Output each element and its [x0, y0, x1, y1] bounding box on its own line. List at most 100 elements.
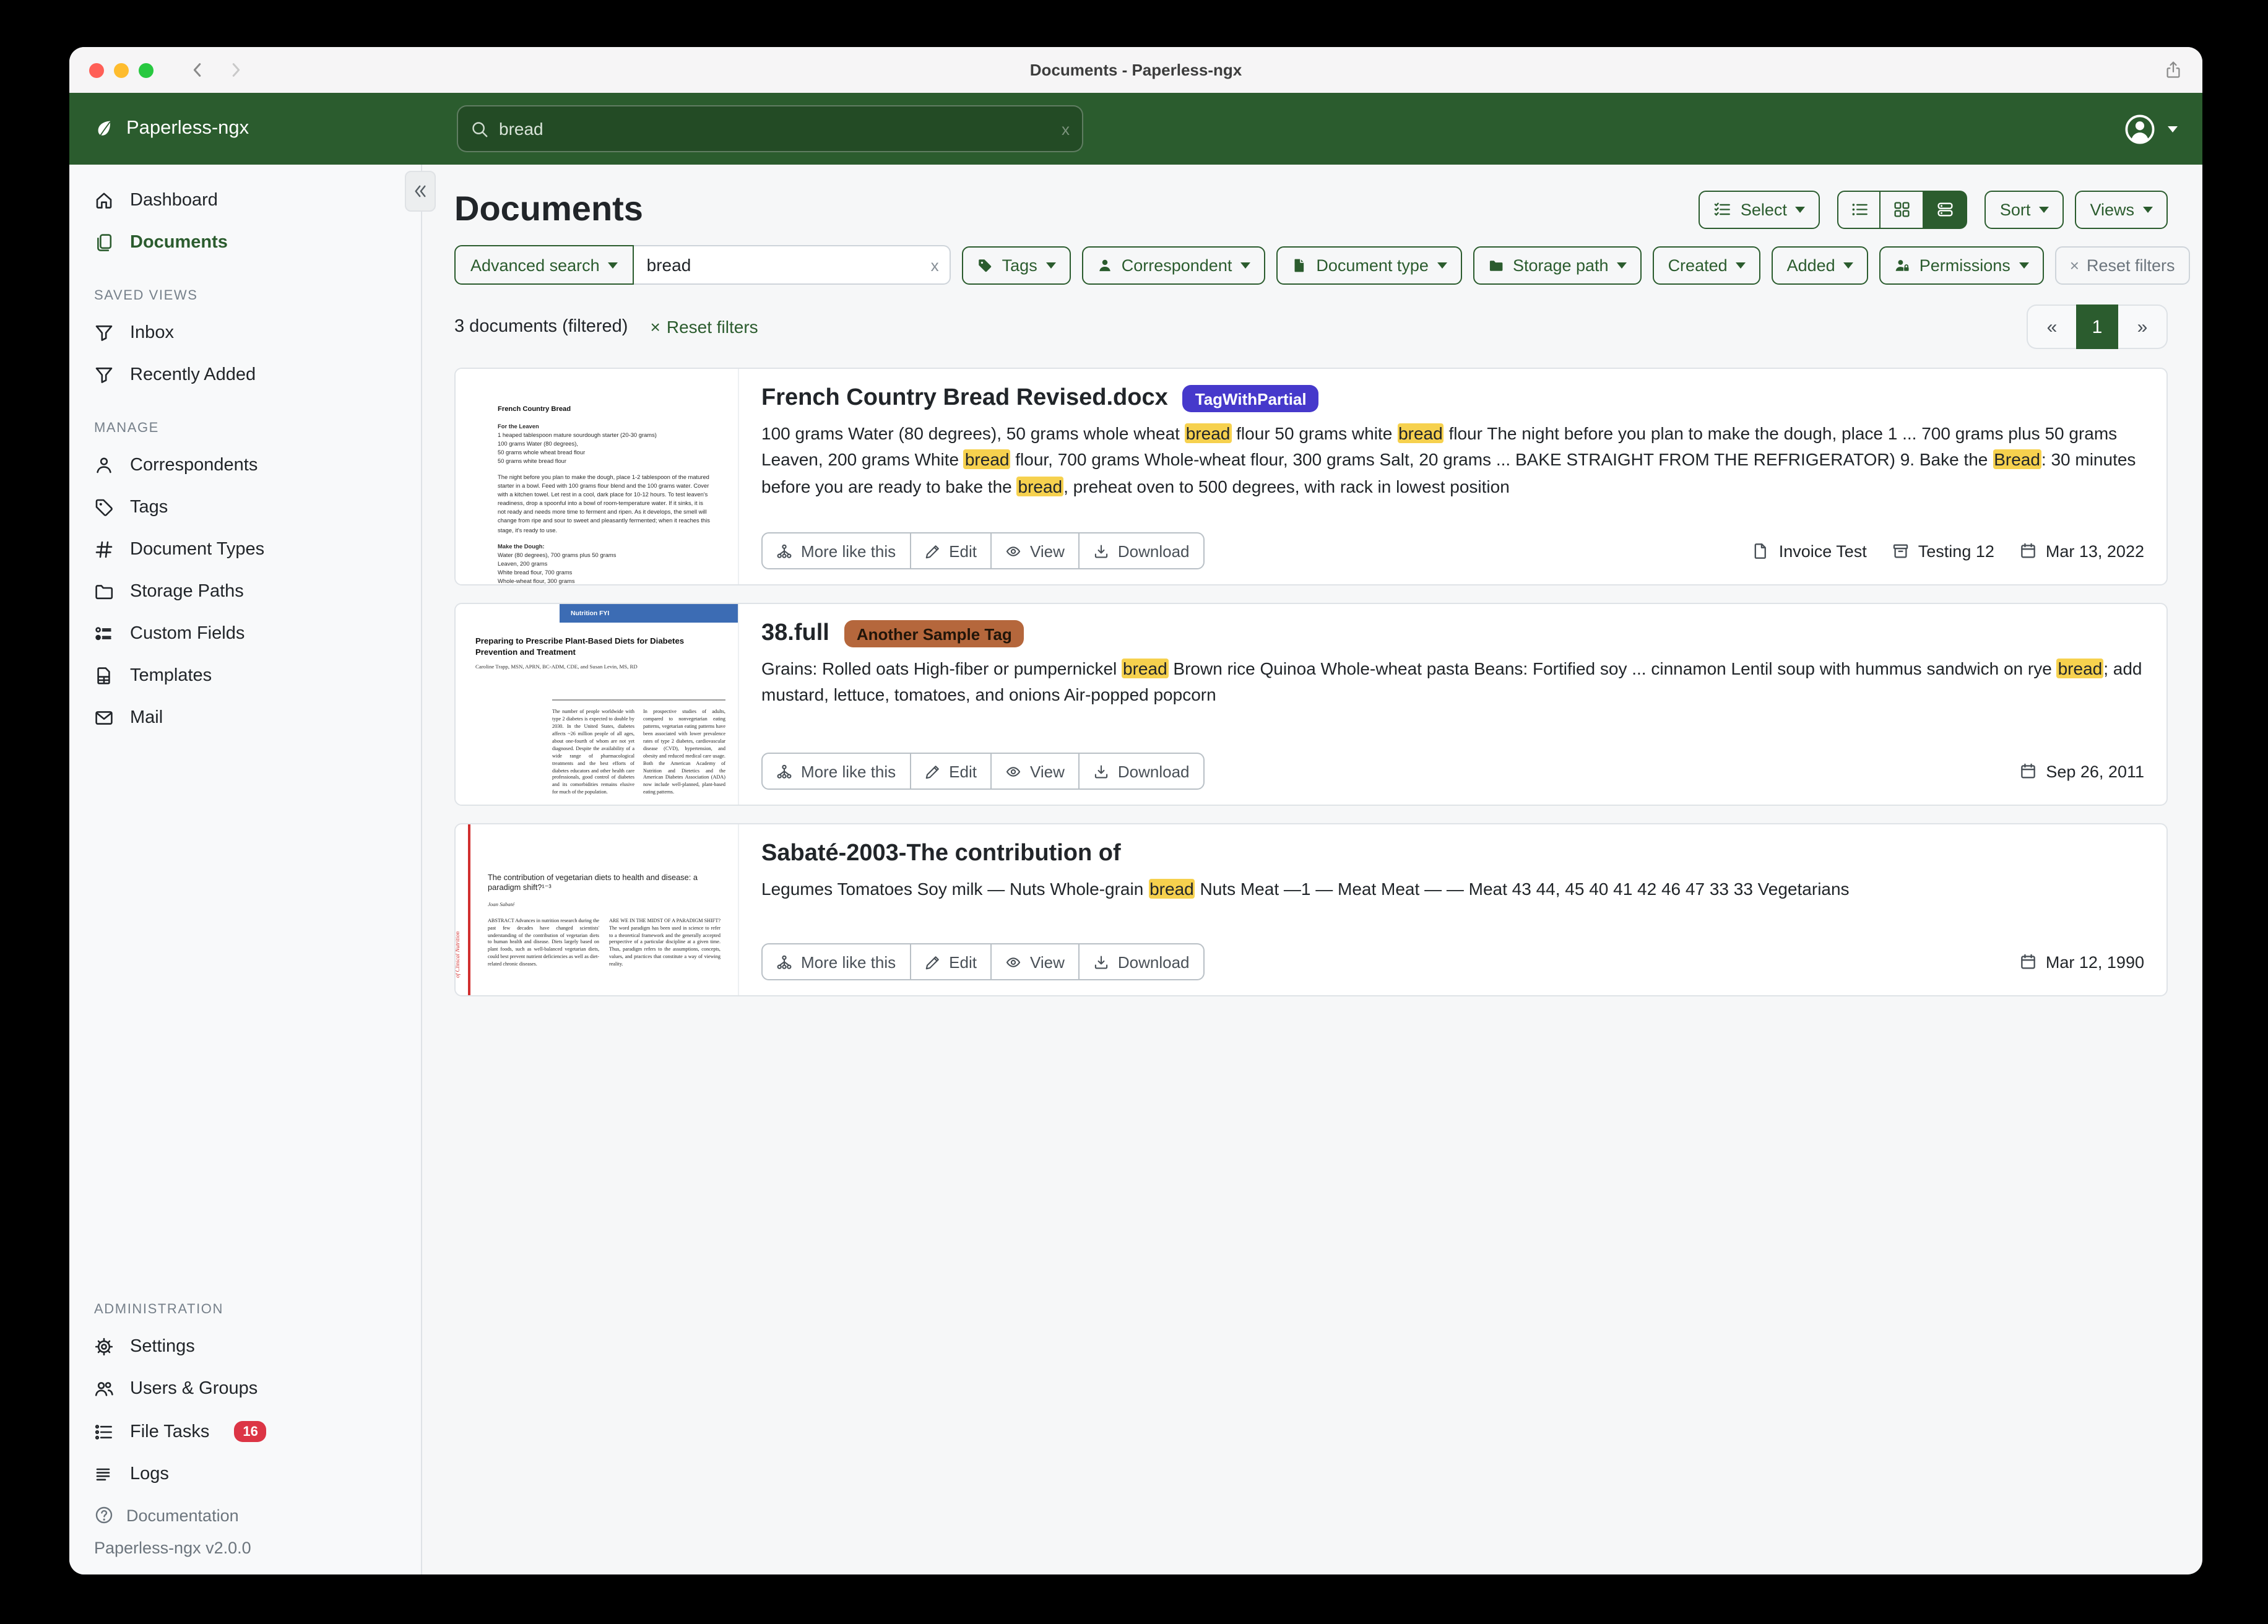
thumbnail-article-page: Nutrition FYIPreparing to Prescribe Plan… — [456, 604, 738, 805]
meta-text: Mar 13, 2022 — [2046, 542, 2144, 560]
document-thumbnail[interactable]: Nutrition FYIPreparing to Prescribe Plan… — [456, 604, 739, 805]
sidebar-item-mail[interactable]: Mail — [69, 697, 421, 739]
document-snippet: Grains: Rolled oats High-fiber or pumper… — [761, 656, 2144, 709]
logs-icon — [94, 1464, 114, 1484]
grid-view-button[interactable] — [1881, 190, 1924, 228]
document-meta-item[interactable]: Testing 12 — [1892, 542, 1994, 560]
filter-created-button[interactable]: Created — [1653, 246, 1761, 284]
sidebar-item-tags[interactable]: Tags — [69, 486, 421, 529]
advanced-search-button[interactable]: Advanced search — [454, 245, 634, 285]
document-actions: More like thisEditViewDownload — [761, 532, 1205, 569]
document-thumbnail[interactable]: French Country BreadFor the Leaven1 heap… — [456, 369, 739, 584]
action-label: View — [1030, 762, 1065, 780]
view-button[interactable]: View — [992, 532, 1080, 569]
back-button[interactable] — [188, 61, 207, 79]
view-button[interactable]: View — [992, 943, 1080, 980]
sort-button[interactable]: Sort — [1985, 190, 2064, 228]
view-button[interactable]: View — [992, 753, 1080, 790]
minimize-window-button[interactable] — [114, 63, 129, 77]
documentation-link[interactable]: Documentation — [94, 1505, 396, 1525]
document-tag[interactable]: TagWithPartial — [1183, 385, 1319, 412]
filter-document-type-button[interactable]: Document type — [1276, 246, 1462, 284]
document-title[interactable]: 38.full — [761, 620, 829, 647]
search-highlight: bread — [964, 450, 1011, 470]
more-like-this-button[interactable]: More like this — [761, 532, 911, 569]
document-meta-item[interactable]: Sep 26, 2011 — [2019, 762, 2144, 780]
filter-label: Tags — [1002, 256, 1037, 274]
share-icon[interactable] — [2164, 61, 2183, 79]
edit-button[interactable]: Edit — [911, 753, 992, 790]
global-search-input[interactable] — [499, 119, 1052, 139]
sidebar-item-document-types[interactable]: Document Types — [69, 529, 421, 571]
sidebar-item-storage-paths[interactable]: Storage Paths — [69, 571, 421, 613]
filter-permissions-button[interactable]: Permissions — [1880, 246, 2044, 284]
document-card[interactable]: of Clinical NutritionThe contribution of… — [454, 823, 2168, 996]
reset-filters-button[interactable]: × Reset filters — [2055, 246, 2190, 284]
calendar-icon — [2019, 953, 2037, 971]
download-button[interactable]: Download — [1080, 753, 1205, 790]
filter-query-input[interactable] — [634, 255, 950, 275]
filter-storage-path-button[interactable]: Storage path — [1473, 246, 1642, 284]
sidebar-item-dashboard[interactable]: Dashboard — [69, 179, 421, 222]
select-button[interactable]: Select — [1699, 190, 1820, 228]
document-meta-item[interactable]: Invoice Test — [1752, 542, 1867, 560]
more-like-this-button[interactable]: More like this — [761, 943, 911, 980]
caret-down-icon — [2143, 207, 2153, 213]
reset-filters-link[interactable]: × Reset filters — [650, 317, 758, 337]
clear-query-icon[interactable]: x — [931, 256, 939, 274]
next-page-button[interactable]: » — [2118, 304, 2168, 349]
sidebar-item-correspondents[interactable]: Correspondents — [69, 444, 421, 486]
document-card[interactable]: French Country BreadFor the Leaven1 heap… — [454, 368, 2168, 585]
sidebar-item-custom-fields[interactable]: Custom Fields — [69, 613, 421, 655]
leaf-logo-icon — [94, 119, 114, 139]
previous-page-button[interactable]: « — [2027, 304, 2076, 349]
views-label: Views — [2090, 200, 2134, 218]
search-clear-icon[interactable]: x — [1062, 119, 1070, 138]
sidebar-item-label: Recently Added — [130, 365, 256, 385]
search-highlight: bread — [1148, 879, 1195, 899]
document-title[interactable]: French Country Bread Revised.docx — [761, 385, 1168, 412]
filter-added-button[interactable]: Added — [1772, 246, 1869, 284]
detail-view-button[interactable] — [1924, 190, 1968, 228]
caret-down-icon — [1844, 262, 1854, 269]
sidebar-item-users-groups[interactable]: Users & Groups — [69, 1368, 421, 1410]
edit-button[interactable]: Edit — [911, 943, 992, 980]
edit-button[interactable]: Edit — [911, 532, 992, 569]
filter-tags-button[interactable]: Tags — [963, 246, 1071, 284]
sidebar-item-templates[interactable]: Templates — [69, 655, 421, 697]
sidebar-item-label: Custom Fields — [130, 624, 245, 644]
download-button[interactable]: Download — [1080, 943, 1205, 980]
detail-view-icon — [1936, 201, 1954, 218]
document-thumbnail[interactable]: of Clinical NutritionThe contribution of… — [456, 824, 739, 995]
document-title-row: Sabaté-2003-The contribution of — [761, 840, 2144, 868]
sidebar-item-file-tasks[interactable]: File Tasks16 — [69, 1410, 421, 1453]
document-tag[interactable]: Another Sample Tag — [844, 620, 1024, 647]
sidebar-item-documents[interactable]: Documents — [69, 222, 421, 264]
more-like-this-button[interactable]: More like this — [761, 753, 911, 790]
sidebar-item-logs[interactable]: Logs — [69, 1453, 421, 1495]
global-search[interactable]: x — [457, 105, 1083, 152]
document-meta-item[interactable]: Mar 13, 2022 — [2019, 542, 2144, 560]
app-logo[interactable]: Paperless-ngx — [94, 118, 249, 140]
zoom-window-button[interactable] — [139, 63, 154, 77]
current-page-button[interactable]: 1 — [2076, 304, 2118, 349]
document-card[interactable]: Nutrition FYIPreparing to Prescribe Plan… — [454, 603, 2168, 806]
sidebar-item-recently-added[interactable]: Recently Added — [69, 354, 421, 396]
download-button[interactable]: Download — [1080, 532, 1205, 569]
sidebar-collapse-button[interactable] — [405, 171, 436, 212]
sidebar-item-inbox[interactable]: Inbox — [69, 312, 421, 354]
forward-button[interactable] — [227, 61, 245, 79]
filter-correspondent-button[interactable]: Correspondent — [1082, 246, 1266, 284]
list-view-icon — [1850, 201, 1868, 218]
sidebar-item-settings[interactable]: Settings — [69, 1326, 421, 1368]
brand-name: Paperless-ngx — [126, 118, 249, 140]
window-title: Documents - Paperless-ngx — [69, 61, 2202, 79]
filter-label: Correspondent — [1122, 256, 1232, 274]
search-highlight: Bread — [1993, 450, 2041, 470]
document-title[interactable]: Sabaté-2003-The contribution of — [761, 840, 1121, 868]
views-button[interactable]: Views — [2075, 190, 2168, 228]
list-view-button[interactable] — [1838, 190, 1881, 228]
user-menu[interactable] — [2123, 112, 2178, 145]
close-window-button[interactable] — [89, 63, 104, 77]
document-meta-item[interactable]: Mar 12, 1990 — [2019, 952, 2144, 971]
